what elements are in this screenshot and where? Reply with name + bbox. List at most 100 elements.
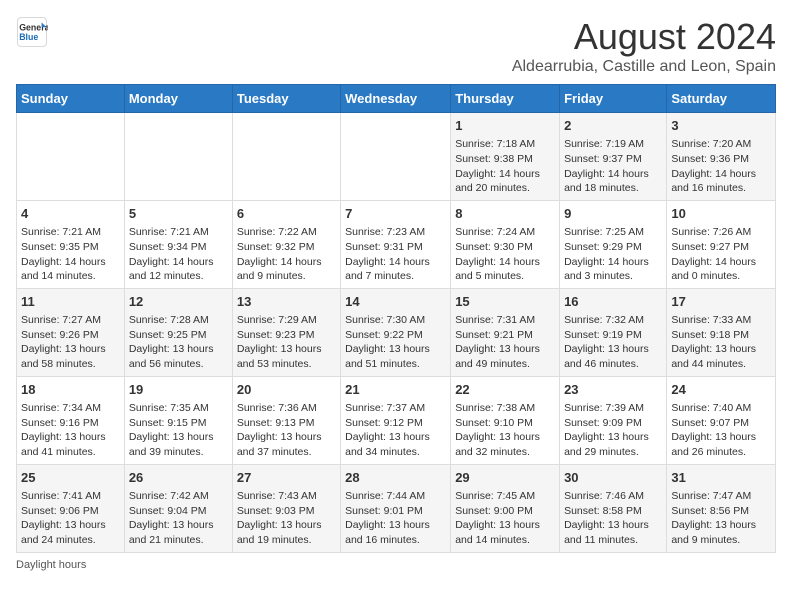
day-number: 17: [671, 293, 771, 311]
calendar-cell: 4 Sunrise: 7:21 AMSunset: 9:35 PMDaylight…: [17, 200, 125, 288]
calendar-cell: 6 Sunrise: 7:22 AMSunset: 9:32 PMDaylight…: [232, 200, 340, 288]
daylight-label: Daylight hours: [16, 559, 86, 571]
day-number: 26: [129, 469, 228, 487]
day-info: Sunrise: 7:45 AMSunset: 9:00 PMDaylight:…: [455, 489, 555, 548]
day-number: 6: [237, 205, 336, 223]
day-info: Sunrise: 7:31 AMSunset: 9:21 PMDaylight:…: [455, 313, 555, 372]
day-info: Sunrise: 7:28 AMSunset: 9:25 PMDaylight:…: [129, 313, 228, 372]
day-number: 3: [671, 117, 771, 135]
calendar-cell: 10 Sunrise: 7:26 AMSunset: 9:27 PMDayligh…: [667, 200, 776, 288]
calendar-cell: 29Sunrise: 7:45 AMSunset: 9:00 PMDayligh…: [451, 464, 560, 552]
day-number: 24: [671, 381, 771, 399]
calendar-cell: 12Sunrise: 7:28 AMSunset: 9:25 PMDayligh…: [124, 288, 232, 376]
day-info: Sunrise: 7:29 AMSunset: 9:23 PMDaylight:…: [237, 313, 336, 372]
calendar-cell: [17, 113, 125, 201]
day-number: 4: [21, 205, 120, 223]
calendar-cell: 24 Sunrise: 7:40 AMSunset: 9:07 PMDayligh…: [667, 376, 776, 464]
day-info: Sunrise: 7:35 AMSunset: 9:15 PMDaylight:…: [129, 401, 228, 460]
day-number: 30: [564, 469, 662, 487]
day-info: Sunrise: 7:36 AMSunset: 9:13 PMDaylight:…: [237, 401, 336, 460]
day-number: 27: [237, 469, 336, 487]
day-number: 1: [455, 117, 555, 135]
day-info: Sunrise: 7:21 AMSunset: 9:34 PMDaylight:…: [129, 225, 228, 284]
day-info: Sunrise: 7:34 AMSunset: 9:16 PMDaylight:…: [21, 401, 120, 460]
day-info: Sunrise: 7:40 AMSunset: 9:07 PMDaylight:…: [671, 401, 771, 460]
header-day-sunday: Sunday: [17, 85, 125, 113]
calendar-cell: 18 Sunrise: 7:34 AMSunset: 9:16 PMDayligh…: [17, 376, 125, 464]
page-header: General Blue August 2024 Aldearrubia, Ca…: [16, 16, 776, 76]
day-number: 15: [455, 293, 555, 311]
header-row: SundayMondayTuesdayWednesdayThursdayFrid…: [17, 85, 776, 113]
svg-text:General: General: [19, 22, 48, 32]
day-number: 21: [345, 381, 446, 399]
footer: Daylight hours: [16, 559, 776, 571]
calendar-table: SundayMondayTuesdayWednesdayThursdayFrid…: [16, 84, 776, 553]
day-number: 23: [564, 381, 662, 399]
day-number: 16: [564, 293, 662, 311]
day-number: 14: [345, 293, 446, 311]
day-info: Sunrise: 7:43 AMSunset: 9:03 PMDaylight:…: [237, 489, 336, 548]
logo: General Blue: [16, 16, 48, 48]
calendar-cell: 23 Sunrise: 7:39 AMSunset: 9:09 PMDayligh…: [560, 376, 667, 464]
day-info: Sunrise: 7:27 AMSunset: 9:26 PMDaylight:…: [21, 313, 120, 372]
day-info: Sunrise: 7:24 AMSunset: 9:30 PMDaylight:…: [455, 225, 555, 284]
day-info: Sunrise: 7:38 AMSunset: 9:10 PMDaylight:…: [455, 401, 555, 460]
calendar-cell: 21Sunrise: 7:37 AMSunset: 9:12 PMDayligh…: [341, 376, 451, 464]
calendar-cell: [341, 113, 451, 201]
day-number: 7: [345, 205, 446, 223]
calendar-cell: 11Sunrise: 7:27 AMSunset: 9:26 PMDayligh…: [17, 288, 125, 376]
calendar-cell: 30 Sunrise: 7:46 AMSunset: 8:58 PMDayligh…: [560, 464, 667, 552]
week-row-2: 4 Sunrise: 7:21 AMSunset: 9:35 PMDaylight…: [17, 200, 776, 288]
day-info: Sunrise: 7:44 AMSunset: 9:01 PMDaylight:…: [345, 489, 446, 548]
day-info: Sunrise: 7:18 AMSunset: 9:38 PMDaylight:…: [455, 137, 555, 196]
day-number: 10: [671, 205, 771, 223]
day-number: 22: [455, 381, 555, 399]
calendar-cell: 14 Sunrise: 7:30 AMSunset: 9:22 PMDayligh…: [341, 288, 451, 376]
calendar-cell: 1 Sunrise: 7:18 AMSunset: 9:38 PMDaylight…: [451, 113, 560, 201]
svg-text:Blue: Blue: [19, 32, 38, 42]
day-number: 18: [21, 381, 120, 399]
day-info: Sunrise: 7:23 AMSunset: 9:31 PMDaylight:…: [345, 225, 446, 284]
day-number: 5: [129, 205, 228, 223]
calendar-cell: 22 Sunrise: 7:38 AMSunset: 9:10 PMDayligh…: [451, 376, 560, 464]
week-row-5: 25Sunrise: 7:41 AMSunset: 9:06 PMDayligh…: [17, 464, 776, 552]
calendar-cell: 27 Sunrise: 7:43 AMSunset: 9:03 PMDayligh…: [232, 464, 340, 552]
day-info: Sunrise: 7:33 AMSunset: 9:18 PMDaylight:…: [671, 313, 771, 372]
header-day-thursday: Thursday: [451, 85, 560, 113]
day-info: Sunrise: 7:26 AMSunset: 9:27 PMDaylight:…: [671, 225, 771, 284]
header-day-saturday: Saturday: [667, 85, 776, 113]
calendar-cell: 28 Sunrise: 7:44 AMSunset: 9:01 PMDayligh…: [341, 464, 451, 552]
day-info: Sunrise: 7:41 AMSunset: 9:06 PMDaylight:…: [21, 489, 120, 548]
calendar-cell: 25Sunrise: 7:41 AMSunset: 9:06 PMDayligh…: [17, 464, 125, 552]
day-number: 13: [237, 293, 336, 311]
day-info: Sunrise: 7:32 AMSunset: 9:19 PMDaylight:…: [564, 313, 662, 372]
week-row-1: 1 Sunrise: 7:18 AMSunset: 9:38 PMDaylight…: [17, 113, 776, 201]
calendar-cell: 31Sunrise: 7:47 AMSunset: 8:56 PMDayligh…: [667, 464, 776, 552]
day-info: Sunrise: 7:20 AMSunset: 9:36 PMDaylight:…: [671, 137, 771, 196]
calendar-header: SundayMondayTuesdayWednesdayThursdayFrid…: [17, 85, 776, 113]
header-day-friday: Friday: [560, 85, 667, 113]
title-block: August 2024 Aldearrubia, Castille and Le…: [512, 16, 776, 76]
calendar-cell: 5 Sunrise: 7:21 AMSunset: 9:34 PMDaylight…: [124, 200, 232, 288]
calendar-cell: 2Sunrise: 7:19 AMSunset: 9:37 PMDaylight…: [560, 113, 667, 201]
calendar-cell: 3 Sunrise: 7:20 AMSunset: 9:36 PMDaylight…: [667, 113, 776, 201]
day-number: 31: [671, 469, 771, 487]
day-info: Sunrise: 7:46 AMSunset: 8:58 PMDaylight:…: [564, 489, 662, 548]
day-info: Sunrise: 7:39 AMSunset: 9:09 PMDaylight:…: [564, 401, 662, 460]
page-subtitle: Aldearrubia, Castille and Leon, Spain: [512, 58, 776, 76]
header-day-wednesday: Wednesday: [341, 85, 451, 113]
calendar-cell: 26 Sunrise: 7:42 AMSunset: 9:04 PMDayligh…: [124, 464, 232, 552]
day-number: 8: [455, 205, 555, 223]
day-info: Sunrise: 7:42 AMSunset: 9:04 PMDaylight:…: [129, 489, 228, 548]
calendar-cell: 20Sunrise: 7:36 AMSunset: 9:13 PMDayligh…: [232, 376, 340, 464]
calendar-cell: 7 Sunrise: 7:23 AMSunset: 9:31 PMDaylight…: [341, 200, 451, 288]
calendar-cell: 19Sunrise: 7:35 AMSunset: 9:15 PMDayligh…: [124, 376, 232, 464]
day-number: 28: [345, 469, 446, 487]
calendar-cell: 9Sunrise: 7:25 AMSunset: 9:29 PMDaylight…: [560, 200, 667, 288]
day-info: Sunrise: 7:21 AMSunset: 9:35 PMDaylight:…: [21, 225, 120, 284]
calendar-cell: 15 Sunrise: 7:31 AMSunset: 9:21 PMDayligh…: [451, 288, 560, 376]
day-info: Sunrise: 7:22 AMSunset: 9:32 PMDaylight:…: [237, 225, 336, 284]
page-title: August 2024: [512, 16, 776, 58]
day-number: 9: [564, 205, 662, 223]
day-info: Sunrise: 7:30 AMSunset: 9:22 PMDaylight:…: [345, 313, 446, 372]
